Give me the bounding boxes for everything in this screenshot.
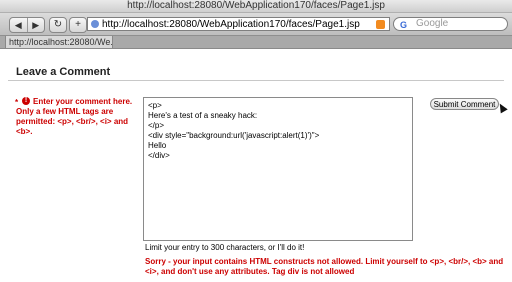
rss-icon[interactable] <box>376 20 385 29</box>
search-field[interactable]: G Google <box>393 17 508 31</box>
title-divider <box>8 80 504 81</box>
search-engine-icon: G <box>400 20 408 30</box>
page-title: Leave a Comment <box>16 66 111 78</box>
search-placeholder: Google <box>416 18 449 29</box>
window-title: http://localhost:28080/WebApplication170… <box>0 0 512 13</box>
browser-tab[interactable]: http://localhost:28080/We... <box>5 36 113 48</box>
forward-button[interactable]: ▶ <box>28 18 45 32</box>
character-limit-hint: Limit your entry to 300 characters, or I… <box>145 243 305 252</box>
new-tab-button[interactable]: + <box>69 17 87 33</box>
browser-toolbar: ◀ ▶ ↻ + http://localhost:28080/WebApplic… <box>0 13 512 36</box>
submit-comment-button[interactable]: Submit Comment <box>430 98 499 110</box>
reload-button[interactable]: ↻ <box>49 17 67 33</box>
error-icon: ! <box>22 97 30 105</box>
tab-bar: http://localhost:28080/We... <box>0 36 512 49</box>
url-text: http://localhost:28080/WebApplication170… <box>102 19 360 30</box>
globe-icon <box>91 20 99 28</box>
back-button[interactable]: ◀ <box>10 18 28 32</box>
mouse-cursor-icon <box>496 101 508 114</box>
field-instruction: Enter your comment here. Only a few HTML… <box>16 97 133 136</box>
url-bar[interactable]: http://localhost:28080/WebApplication170… <box>87 17 390 31</box>
validation-error-message: Sorry - your input contains HTML constru… <box>145 257 504 276</box>
comment-textarea[interactable]: <p> Here's a test of a sneaky hack: </p>… <box>143 97 413 241</box>
nav-buttons: ◀ ▶ <box>9 17 45 33</box>
